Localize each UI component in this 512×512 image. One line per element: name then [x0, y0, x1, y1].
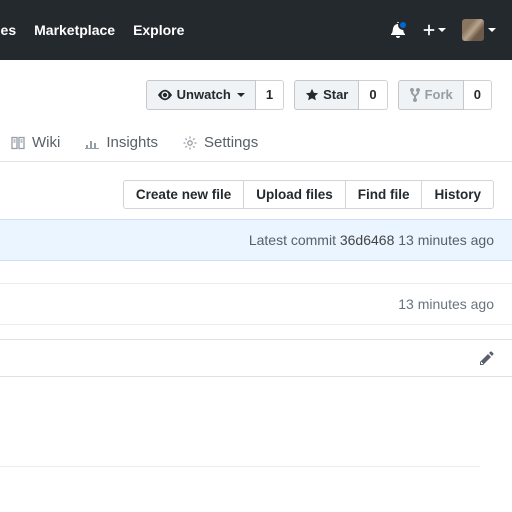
tab-settings[interactable]: Settings	[182, 134, 258, 151]
nav-explore[interactable]: Explore	[133, 22, 184, 38]
tab-insights[interactable]: Insights	[84, 134, 158, 151]
commit-hash[interactable]: 36d6468	[340, 232, 395, 248]
tab-insights-label: Insights	[106, 134, 158, 151]
book-icon	[10, 135, 26, 151]
tab-settings-label: Settings	[204, 134, 258, 151]
unwatch-label: Unwatch	[177, 85, 231, 105]
avatar	[462, 19, 484, 41]
latest-commit-bar: Latest commit 36d6468 13 minutes ago	[0, 219, 512, 261]
nav-issues[interactable]: ues	[0, 22, 16, 38]
gear-icon	[182, 135, 198, 151]
pencil-icon[interactable]	[480, 350, 494, 366]
commit-time: 13 minutes ago	[398, 232, 494, 248]
find-file-button[interactable]: Find file	[345, 180, 423, 209]
history-button[interactable]: History	[421, 180, 494, 209]
fork-icon	[409, 87, 421, 103]
nav-marketplace[interactable]: Marketplace	[34, 22, 115, 38]
top-navbar: ues Marketplace Explore	[0, 0, 512, 60]
user-menu[interactable]	[462, 19, 496, 41]
topbar-right	[390, 19, 496, 41]
fork-group: Fork 0	[398, 80, 492, 110]
readme-header	[0, 339, 512, 377]
watch-count[interactable]: 1	[256, 80, 284, 110]
upload-files-button[interactable]: Upload files	[243, 180, 346, 209]
file-list-row[interactable]: 13 minutes ago	[0, 283, 512, 325]
repo-action-bar: Unwatch 1 Star 0 Fork 0	[0, 60, 512, 110]
watch-group: Unwatch 1	[146, 80, 284, 110]
nav-links: ues Marketplace Explore	[0, 22, 184, 38]
star-button[interactable]: Star	[294, 80, 359, 110]
star-label: Star	[323, 85, 348, 105]
file-row-time: 13 minutes ago	[398, 296, 494, 312]
plus-icon	[422, 23, 436, 37]
notifications-button[interactable]	[390, 22, 406, 38]
unwatch-button[interactable]: Unwatch	[146, 80, 256, 110]
create-file-button[interactable]: Create new file	[123, 180, 244, 209]
eye-icon	[157, 88, 173, 102]
commit-prefix: Latest commit	[249, 232, 336, 248]
star-group: Star 0	[294, 80, 388, 110]
fork-label: Fork	[425, 85, 453, 105]
star-count[interactable]: 0	[359, 80, 387, 110]
create-menu[interactable]	[422, 23, 446, 37]
caret-down-icon	[237, 93, 245, 97]
repo-tabs: Wiki Insights Settings	[0, 110, 512, 162]
graph-icon	[84, 135, 100, 151]
file-button-row: Create new file Upload files Find file H…	[124, 180, 494, 209]
readme-body	[0, 377, 480, 467]
file-action-bar: Create new file Upload files Find file H…	[0, 162, 512, 209]
star-icon	[305, 88, 319, 102]
fork-button[interactable]: Fork	[398, 80, 464, 110]
tab-wiki[interactable]: Wiki	[10, 134, 60, 151]
fork-count[interactable]: 0	[464, 80, 492, 110]
notification-indicator	[398, 20, 408, 30]
caret-down-icon	[438, 28, 446, 32]
caret-down-icon	[488, 28, 496, 32]
tab-wiki-label: Wiki	[32, 134, 60, 151]
